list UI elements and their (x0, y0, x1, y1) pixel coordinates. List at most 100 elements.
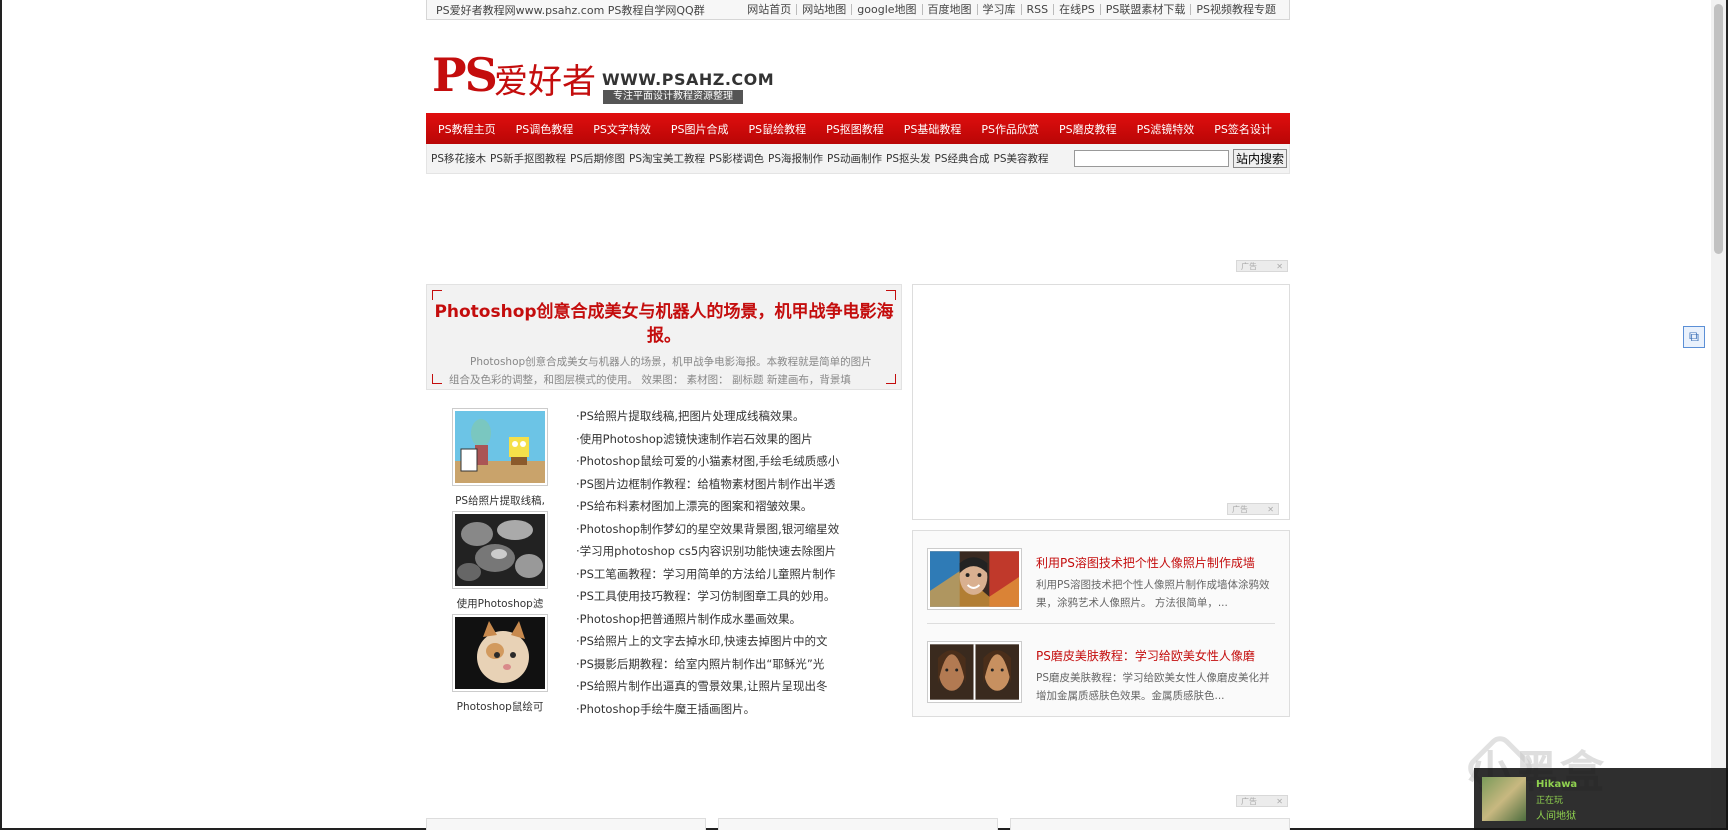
article-link[interactable]: ·PS工笔画教程：学习用简单的方法给儿童照片制作 (576, 563, 876, 586)
subnav-item[interactable]: PS动画制作 (827, 151, 882, 166)
subnav-item[interactable]: PS移花接木 (431, 151, 486, 166)
top-link-videos[interactable]: PS视频教程专题 (1190, 4, 1281, 15)
article-link[interactable]: ·PS给照片制作出逼真的雪景效果,让照片呈现出冬 (576, 675, 876, 698)
nav-item-color[interactable]: PS调色教程 (516, 121, 574, 137)
article-link[interactable]: ·Photoshop把普通照片制作成水墨画效果。 (576, 608, 876, 631)
recommended-item[interactable]: 利用PS溶图技术把个性人像照片制作成墙 利用PS溶图技术把个性人像照片制作成墙体… (927, 548, 1277, 610)
nav-item-basics[interactable]: PS基础教程 (904, 121, 962, 137)
search-input[interactable] (1073, 150, 1229, 167)
subnav-item[interactable]: PS抠头发 (886, 151, 931, 166)
thumbnail-image[interactable] (452, 408, 548, 486)
thumbnail-caption[interactable]: PS给照片提取线稿, (452, 493, 548, 508)
ad-label-text: 广告 (1241, 261, 1257, 271)
top-link-home[interactable]: 网站首页 (742, 4, 796, 15)
nav-item-compositing[interactable]: PS图片合成 (671, 121, 729, 137)
article-link[interactable]: ·学习用photoshop cs5内容识别功能快速去除图片 (576, 540, 876, 563)
subnav-item[interactable]: PS淘宝美工教程 (629, 151, 705, 166)
top-link-baidu-map[interactable]: 百度地图 (921, 4, 977, 15)
ad-label-text: 广告 (1241, 796, 1257, 806)
recommended-image[interactable] (927, 548, 1022, 610)
ad-label[interactable]: 广告 ✕ (1227, 503, 1279, 515)
sub-nav-links: PS移花接木 PS新手抠图教程 PS后期修图 PS淘宝美工教程 PS影楼调色 P… (431, 151, 1053, 166)
subnav-item[interactable]: PS后期修图 (570, 151, 625, 166)
close-icon[interactable]: ✕ (1267, 505, 1274, 514)
notification-status: 正在玩 (1536, 796, 1564, 806)
article-link[interactable]: ·PS工具使用技巧教程：学习仿制图章工具的妙用。 (576, 585, 876, 608)
page-container: PS爱好者教程网www.psahz.com PS教程自学网QQ群 网站首页 网站… (426, 0, 1290, 830)
bottom-section (718, 818, 998, 830)
scrollbar-thumb[interactable] (1714, 4, 1723, 254)
nav-item-signature[interactable]: PS签名设计 (1214, 121, 1272, 137)
article-link[interactable]: ·PS图片边框制作教程：给植物素材图片制作出半透 (576, 473, 876, 496)
nav-item-retouch[interactable]: PS磨皮教程 (1059, 121, 1117, 137)
nav-item-filters[interactable]: PS滤镜特效 (1137, 121, 1195, 137)
nav-item-works[interactable]: PS作品欣赏 (981, 121, 1039, 137)
thumbnail-caption[interactable]: Photoshop鼠绘可 (452, 699, 548, 714)
subnav-item[interactable]: PS美容教程 (994, 151, 1049, 166)
thumbnail-item[interactable]: Photoshop鼠绘可 (452, 614, 548, 714)
search-button[interactable]: 站内搜索 (1232, 149, 1287, 168)
ad-label-bottom[interactable]: 广告 ✕ (1236, 795, 1288, 807)
top-link-materials[interactable]: PS联盟素材下载 (1099, 4, 1191, 15)
cat-thumbnail-image (455, 617, 545, 689)
article-link[interactable]: ·Photoshop制作梦幻的星空效果背景图,银河缩星效 (576, 518, 876, 541)
nav-item-text-effects[interactable]: PS文字特效 (593, 121, 651, 137)
thumbnail-caption[interactable]: 使用Photoshop滤 (452, 596, 548, 611)
top-link-sitemap[interactable]: 网站地图 (796, 4, 851, 15)
nav-item-cutout[interactable]: PS抠图教程 (826, 121, 884, 137)
site-info-text: PS爱好者教程网www.psahz.com PS教程自学网QQ群 (436, 3, 705, 17)
main-nav: PS教程主页 PS调色教程 PS文字特效 PS图片合成 PS鼠绘教程 PS抠图教… (426, 113, 1290, 144)
close-icon[interactable]: ✕ (1276, 797, 1283, 806)
recommended-item[interactable]: PS磨皮美肤教程：学习给欧美女性人像磨 PS磨皮美肤教程：学习给欧美女性人像磨皮… (927, 641, 1277, 703)
recommended-desc: 利用PS溶图技术把个性人像照片制作成墙体涂鸦效果，涂鸦艺术人像照片。 方法很简单… (1036, 579, 1270, 609)
ad-label-top[interactable]: 广告 ✕ (1236, 260, 1288, 272)
article-link[interactable]: ·PS给布料素材图加上漂亮的图案和褶皱效果。 (576, 495, 876, 518)
bottom-section (426, 818, 706, 830)
subnav-item[interactable]: PS影楼调色 (709, 151, 764, 166)
featured-title[interactable]: Photoshop创意合成美女与机器人的场景，机甲战争电影海报。 (433, 300, 895, 348)
top-links: 网站首页 网站地图 google地图 百度地图 学习库 RSS 在线PS PS联… (742, 4, 1281, 15)
game-avatar (1482, 777, 1526, 821)
thumbnail-image[interactable] (452, 511, 548, 589)
site-logo[interactable]: PS 爱好者 WWW.PSAHZ.COM 专注平面设计教程资源整理 (426, 20, 1290, 104)
featured-summary: Photoshop创意合成美女与机器人的场景，机甲战争电影海报。本教程就是简单的… (449, 356, 872, 386)
article-link[interactable]: ·使用Photoshop滤镜快速制作岩石效果的图片 (576, 428, 876, 451)
top-link-google-map[interactable]: google地图 (851, 4, 921, 15)
recommended-image[interactable] (927, 641, 1022, 703)
article-link[interactable]: ·Photoshop鼠绘可爱的小猫素材图,手绘毛绒质感小 (576, 450, 876, 473)
notification-game: 人间地狱 (1536, 811, 1576, 822)
article-link[interactable]: ·PS给照片上的文字去掉水印,快速去掉图片中的文 (576, 630, 876, 653)
rock-texture-thumbnail-image (455, 514, 545, 586)
article-link[interactable]: ·PS摄影后期教程：给室内照片制作出“耶稣光”光 (576, 653, 876, 676)
article-link[interactable]: ·Photoshop手绘牛魔王插画图片。 (576, 698, 876, 721)
top-link-library[interactable]: 学习库 (976, 4, 1021, 15)
recommended-title[interactable]: PS磨皮美肤教程：学习给欧美女性人像磨 (1036, 647, 1255, 664)
translate-icon[interactable]: ⧉ (1683, 326, 1705, 348)
ad-box[interactable]: 广告 ✕ (912, 284, 1290, 520)
recommended-desc: PS磨皮美肤教程：学习给欧美女性人像磨皮美化并增加金属质感肤色效果。金属质感肤色… (1036, 672, 1270, 702)
close-icon[interactable]: ✕ (1276, 262, 1283, 271)
recommended-box: 利用PS溶图技术把个性人像照片制作成墙 利用PS溶图技术把个性人像照片制作成墙体… (912, 530, 1290, 717)
ad-label-text: 广告 (1232, 504, 1248, 514)
subnav-item[interactable]: PS经典合成 (935, 151, 990, 166)
bottom-sections (426, 818, 1290, 830)
top-link-online-ps[interactable]: 在线PS (1053, 4, 1100, 15)
cartoon-thumbnail-image (455, 411, 545, 483)
thumbnail-image[interactable] (452, 614, 548, 692)
article-list: ·PS给照片提取线稿,把图片处理成线稿效果。 ·使用Photoshop滤镜快速制… (576, 405, 876, 720)
logo-ps-text: PS (432, 48, 498, 102)
thumbnail-item[interactable]: 使用Photoshop滤 (452, 511, 548, 611)
featured-article[interactable]: Photoshop创意合成美女与机器人的场景，机甲战争电影海报。 Photosh… (426, 284, 902, 390)
sub-nav: PS移花接木 PS新手抠图教程 PS后期修图 PS淘宝美工教程 PS影楼调色 P… (426, 144, 1290, 174)
subnav-item[interactable]: PS海报制作 (768, 151, 823, 166)
nav-item-drawing[interactable]: PS鼠绘教程 (749, 121, 807, 137)
corner-decoration (886, 290, 896, 300)
subnav-item[interactable]: PS新手抠图教程 (490, 151, 566, 166)
vertical-scrollbar[interactable] (1711, 0, 1726, 828)
thumbnail-item[interactable]: PS给照片提取线稿, (452, 408, 548, 508)
article-link[interactable]: ·PS给照片提取线稿,把图片处理成线稿效果。 (576, 405, 876, 428)
nav-item-home[interactable]: PS教程主页 (438, 121, 496, 137)
activity-notification[interactable]: Hikawa 正在玩 人间地狱 (1474, 768, 1728, 830)
recommended-title[interactable]: 利用PS溶图技术把个性人像照片制作成墙 (1036, 554, 1255, 571)
top-link-rss[interactable]: RSS (1020, 4, 1054, 15)
